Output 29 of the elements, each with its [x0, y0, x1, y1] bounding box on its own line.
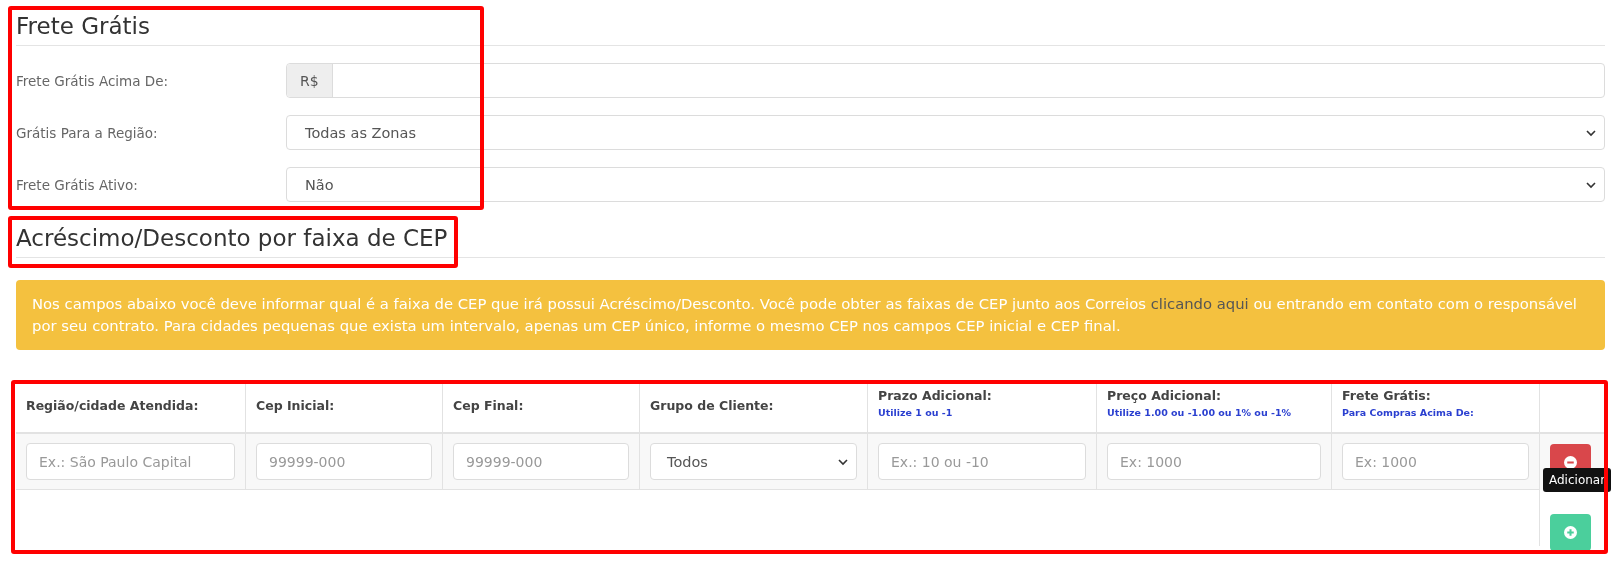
price-field[interactable]: R$ — [286, 63, 1605, 98]
section-title: Frete Grátis — [16, 12, 1605, 46]
column-hint: Utilize 1.00 ou -1.00 ou 1% ou -1% — [1107, 407, 1293, 418]
text-field[interactable]: Ex.: São Paulo Capital — [26, 443, 235, 480]
column-header: Região/cidade Atendida: — [26, 398, 200, 413]
field-label: Grátis Para a Região: — [16, 124, 159, 141]
text-field[interactable]: 99999-000 — [453, 443, 629, 480]
text-field[interactable]: 99999-000 — [256, 443, 432, 480]
field-label: Frete Grátis Ativo: — [16, 176, 139, 193]
column-header: Preço Adicional: — [1107, 388, 1222, 403]
select-field[interactable]: Todos — [650, 443, 857, 480]
text-field[interactable]: Ex: 1000 — [1107, 443, 1321, 480]
field-label: Frete Grátis Acima De: — [16, 72, 170, 89]
text-field[interactable]: Ex.: 10 ou -10 — [878, 443, 1086, 480]
correios-link[interactable]: clicando aqui — [1150, 295, 1249, 312]
column-header: Cep Final: — [453, 398, 525, 413]
tooltip: Adicionar — [1543, 468, 1612, 492]
section-title: Acréscimo/Desconto por faixa de CEP — [16, 224, 1605, 258]
column-hint: Utilize 1 ou -1 — [878, 407, 954, 418]
column-hint: Para Compras Acima De: — [1342, 407, 1475, 418]
column-header: Cep Inicial: — [256, 398, 336, 413]
select-field[interactable]: Todas as Zonas — [286, 115, 1605, 150]
info-alert: Nos campos abaixo você deve informar qual é a faixa de CEP que irá possui Acréscimo/Desconto. Você pode obter as faixas de CEP junto aos Correios clicando aqui ou entrando em contato com o responsável por seu contrato. Para cidades pequenas que exista um intervalo, apenas um CEP único, informe o mesmo CEP nos campos CEP inicial e CEP final. — [16, 280, 1605, 350]
column-header: Prazo Adicional: — [878, 388, 993, 403]
column-header: Frete Grátis: — [1342, 388, 1432, 403]
text-field[interactable]: Ex: 1000 — [1342, 443, 1529, 480]
column-header: Grupo de Cliente: — [650, 398, 775, 413]
select-field[interactable]: Não — [286, 167, 1605, 202]
currency-addon: R$ — [287, 64, 333, 97]
